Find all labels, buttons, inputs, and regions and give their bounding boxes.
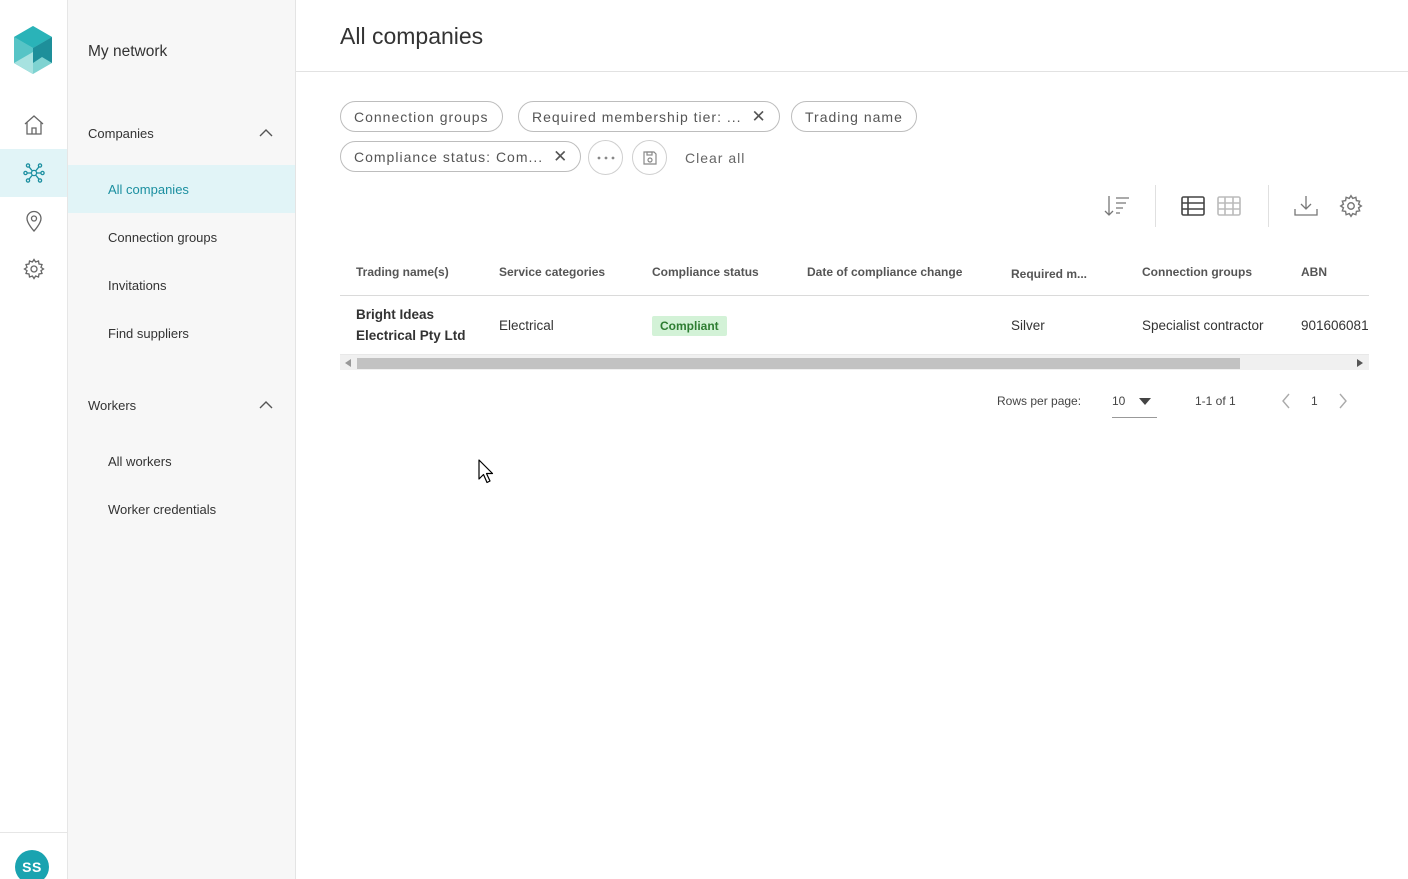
download-button[interactable]: [1291, 191, 1321, 221]
section-workers-toggle[interactable]: Workers: [68, 385, 295, 425]
more-filters-button[interactable]: [588, 140, 623, 175]
cell-connection-groups: Specialist contractor: [1142, 318, 1264, 333]
chevron-right-icon: [1339, 393, 1347, 409]
cell-required-membership: Silver: [1011, 318, 1045, 333]
nav-item-all-workers[interactable]: All workers: [68, 437, 295, 485]
cell-abn: 901606081: [1301, 318, 1369, 333]
caret-right-icon: [1357, 359, 1363, 367]
sort-button[interactable]: [1102, 191, 1132, 221]
gear-icon: [22, 258, 45, 280]
caret-down-icon: [1139, 398, 1151, 405]
clear-all-filters-link[interactable]: Clear all: [685, 150, 745, 166]
icon-rail: SS: [0, 0, 68, 879]
close-icon[interactable]: ✕: [553, 148, 567, 165]
column-header-trading-name[interactable]: Trading name(s): [356, 265, 449, 279]
filter-chip-required-membership-tier[interactable]: Required membership tier: ... ✕: [518, 101, 780, 132]
caret-left-icon: [345, 359, 351, 367]
section-companies-toggle[interactable]: Companies: [68, 113, 295, 153]
rail-settings-button[interactable]: [0, 245, 67, 293]
list-view-button[interactable]: [1178, 191, 1208, 221]
horizontal-scrollbar[interactable]: [340, 354, 1369, 370]
main-content: All companies Connection groups Required…: [296, 0, 1408, 879]
network-icon: [22, 163, 45, 183]
secondary-nav: My network Companies All companies Conne…: [68, 0, 296, 879]
chevron-up-icon: [259, 129, 273, 137]
subnav-title: My network: [88, 43, 168, 60]
nav-item-invitations[interactable]: Invitations: [68, 261, 295, 309]
pagination-range: 1-1 of 1: [1195, 394, 1236, 408]
previous-page-button[interactable]: [1278, 391, 1294, 411]
sort-icon: [1104, 196, 1129, 216]
nav-item-all-companies[interactable]: All companies: [68, 165, 295, 213]
cell-service-categories: Electrical: [499, 318, 554, 333]
close-icon[interactable]: ✕: [752, 108, 766, 125]
rows-per-page-value: 10: [1112, 394, 1126, 408]
filter-chip-connection-groups[interactable]: Connection groups: [340, 101, 503, 132]
filter-chip-compliance-status[interactable]: Compliance status: Com... ✕: [340, 141, 582, 172]
rows-per-page-select[interactable]: 10: [1112, 390, 1157, 418]
rail-home-button[interactable]: [0, 101, 67, 149]
nav-item-find-suppliers[interactable]: Find suppliers: [68, 309, 295, 357]
next-page-button[interactable]: [1335, 391, 1351, 411]
nav-item-worker-credentials[interactable]: Worker credentials: [68, 485, 295, 533]
column-header-required-membership[interactable]: Required m...: [1011, 267, 1087, 281]
cell-trading-name-line1: Bright Ideas: [356, 307, 435, 322]
app-logo-icon[interactable]: [14, 26, 52, 74]
table-settings-button[interactable]: [1336, 191, 1366, 221]
rail-divider: [0, 832, 67, 833]
save-icon: [642, 150, 657, 165]
table-header-divider: [340, 295, 1369, 296]
user-avatar[interactable]: SS: [15, 850, 49, 879]
chip-label: Connection groups: [354, 108, 489, 125]
filter-chip-trading-name[interactable]: Trading name: [791, 101, 917, 132]
column-header-service-categories[interactable]: Service categories: [499, 265, 605, 279]
section-label: Workers: [88, 397, 137, 413]
scroll-left-arrow[interactable]: [342, 358, 354, 368]
more-horizontal-icon: [597, 156, 614, 159]
scrollbar-thumb[interactable]: [357, 358, 1240, 369]
cell-trading-name-line2: Electrical Pty Ltd: [356, 328, 466, 343]
toolbar-divider: [1268, 185, 1269, 227]
grid-view-button[interactable]: [1214, 191, 1244, 221]
status-badge: Compliant: [652, 316, 727, 336]
grid-view-icon: [1217, 196, 1241, 216]
rail-location-button[interactable]: [0, 197, 67, 245]
home-icon: [24, 115, 43, 135]
gear-icon: [1339, 194, 1363, 218]
page-title: All companies: [340, 23, 484, 49]
scroll-right-arrow[interactable]: [1354, 358, 1366, 368]
section-label: Companies: [88, 125, 154, 141]
chevron-up-icon: [259, 401, 273, 409]
chip-label: Trading name: [805, 108, 903, 125]
chip-label: Required membership tier: ...: [532, 108, 742, 125]
toolbar-divider: [1155, 185, 1156, 227]
nav-item-connection-groups[interactable]: Connection groups: [68, 213, 295, 261]
chip-label: Compliance status: Com...: [354, 148, 544, 165]
header-divider: [296, 71, 1408, 72]
rail-network-button[interactable]: [0, 149, 67, 197]
mouse-cursor-icon: [478, 459, 494, 484]
column-header-connection-groups[interactable]: Connection groups: [1142, 265, 1252, 279]
current-page-number: 1: [1311, 394, 1318, 408]
column-header-date-of-compliance-change[interactable]: Date of compliance change: [807, 265, 962, 279]
list-view-icon: [1181, 196, 1205, 216]
rows-per-page-label: Rows per page:: [997, 394, 1082, 408]
save-filters-button[interactable]: [632, 140, 667, 175]
column-header-abn[interactable]: ABN: [1301, 265, 1327, 279]
column-header-compliance-status[interactable]: Compliance status: [652, 265, 759, 279]
download-icon: [1294, 196, 1318, 216]
location-pin-icon: [25, 210, 42, 232]
chevron-left-icon: [1282, 393, 1290, 409]
